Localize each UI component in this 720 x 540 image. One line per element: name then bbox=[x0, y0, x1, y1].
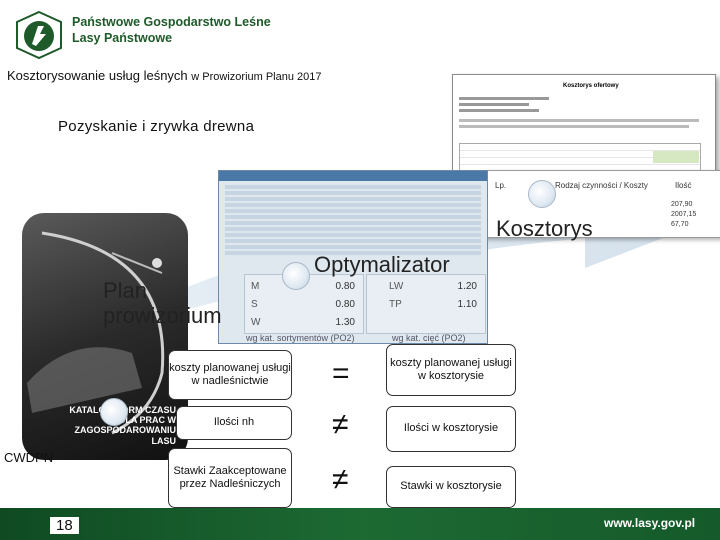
estimate-quantity-box: Ilości w kosztorysie bbox=[386, 406, 516, 452]
doc-col-qty: Ilość bbox=[675, 181, 692, 190]
org-name-line2: Lasy Państwowe bbox=[72, 31, 173, 45]
footer-url[interactable]: www.lasy.gov.pl bbox=[604, 516, 695, 530]
slide-title: Kosztorysowanie usług leśnych w Prowizor… bbox=[7, 68, 322, 83]
cwdpn-label: CWDPN bbox=[4, 450, 54, 465]
stage-plan-label: Plan prowizorium bbox=[103, 278, 222, 329]
coef-value-s: 0.80 bbox=[335, 299, 355, 310]
org-name-line1: Państwowe Gospodarstwo Leśne bbox=[72, 15, 271, 29]
stage-optimizer-label: Optymalizator bbox=[314, 252, 450, 277]
coef-label-s: S bbox=[251, 299, 258, 310]
title-main: Kosztorysowanie usług leśnych bbox=[7, 68, 188, 83]
coef-label-tp: TP bbox=[389, 299, 402, 310]
doc-header: Kosztorys ofertowy bbox=[563, 83, 619, 89]
not-equal-symbol-2: ≠ bbox=[332, 463, 349, 496]
coef-value-m: 0.80 bbox=[335, 281, 355, 292]
coef-label-lw: LW bbox=[389, 281, 404, 292]
lp-logo bbox=[14, 10, 64, 60]
estimate-rates-box: Stawki w kosztorysie bbox=[386, 466, 516, 508]
accepted-rates-box: Stawki Zaakceptowane przez Nadleśniczych bbox=[168, 448, 292, 508]
doc-value-2: 2007,15 bbox=[671, 211, 697, 218]
planned-cost-box: koszty planowanej usługi w nadleśnictwie bbox=[168, 350, 292, 400]
stage-plan-line2: prowizorium bbox=[103, 303, 222, 329]
estimate-cost-box: koszty planowanej usługi w kosztorysie bbox=[386, 344, 516, 396]
stage-estimate-label: Kosztorys bbox=[496, 216, 593, 241]
title-small: w Prowizorium Planu 2017 bbox=[191, 71, 322, 83]
doc-col-desc: Rodzaj czynności / Koszty bbox=[555, 181, 648, 190]
stage-circle-optimizer bbox=[282, 262, 310, 290]
coef-label-m: M bbox=[251, 281, 260, 292]
stage-circle-plan bbox=[100, 398, 128, 426]
stage-plan-line1: Plan bbox=[103, 278, 148, 303]
equals-symbol: = bbox=[332, 357, 350, 390]
coef-value-w: 1.30 bbox=[335, 317, 355, 328]
doc-value-1: 207,90 bbox=[671, 201, 693, 208]
cut-caption: wg kat. cięć (PO2) bbox=[392, 333, 466, 343]
coef-value-tp: 1.10 bbox=[457, 299, 477, 310]
nh-quantity-box: Ilości nh bbox=[176, 406, 292, 440]
coef-label-w: W bbox=[251, 317, 261, 328]
not-equal-symbol-1: ≠ bbox=[332, 408, 349, 441]
stage-circle-estimate bbox=[528, 180, 556, 208]
sortiment-caption: wg kat. sortymentów (PO2) bbox=[246, 333, 355, 343]
doc-col-lp: Lp. bbox=[495, 181, 507, 190]
coef-value-lw: 1.20 bbox=[457, 281, 477, 292]
cut-coefficients-pane: LW 1.20 TP 1.10 bbox=[366, 274, 486, 334]
page-number: 18 bbox=[50, 517, 79, 534]
doc-value-3: 67,70 bbox=[671, 221, 689, 228]
